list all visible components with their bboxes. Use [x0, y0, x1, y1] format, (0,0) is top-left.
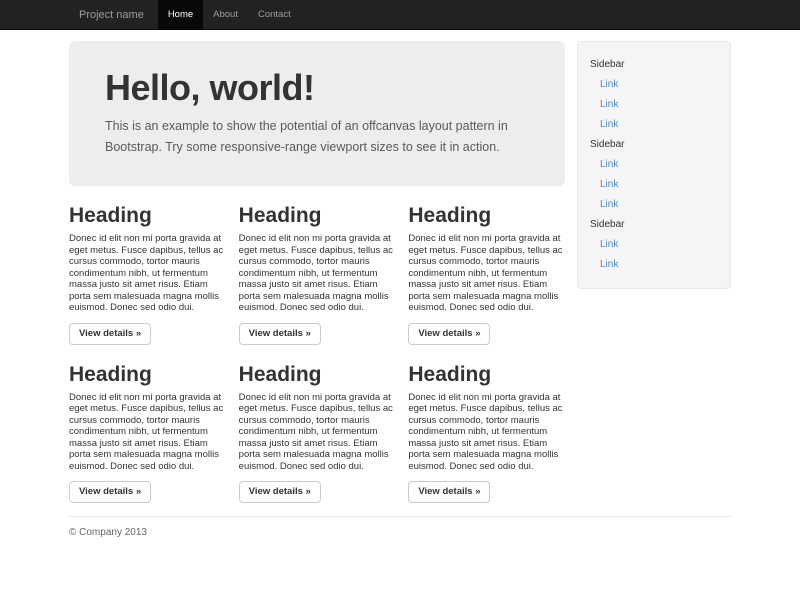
sidebar-group: SidebarLinkLinkLink: [590, 135, 718, 215]
card-body-text: Donec id elit non mi porta gravida at eg…: [408, 392, 565, 473]
card-heading: Heading: [69, 363, 226, 386]
sidebar-link[interactable]: Link: [590, 175, 718, 195]
nav-link-home[interactable]: Home: [158, 0, 203, 30]
sidebar-group: SidebarLinkLink: [590, 215, 718, 275]
sidebar-link[interactable]: Link: [590, 155, 718, 175]
view-details-button[interactable]: View details »: [239, 481, 321, 503]
card: Heading Donec id elit non mi porta gravid…: [408, 186, 565, 345]
jumbotron-title: Hello, world!: [105, 67, 545, 108]
cards-row-1: Heading Donec id elit non mi porta gravid…: [69, 186, 565, 345]
view-details-button[interactable]: View details »: [69, 481, 151, 503]
cards-row-2: Heading Donec id elit non mi porta gravid…: [69, 345, 565, 504]
navbar: Project name HomeAboutContact: [0, 0, 800, 30]
view-details-button[interactable]: View details »: [408, 481, 490, 503]
main-row: Hello, world! This is an example to show…: [69, 41, 731, 503]
card-heading: Heading: [239, 204, 396, 227]
card: Heading Donec id elit non mi porta gravid…: [69, 186, 226, 345]
card-body-text: Donec id elit non mi porta gravida at eg…: [239, 233, 396, 314]
view-details-button[interactable]: View details »: [408, 323, 490, 345]
navbar-inner: Project name HomeAboutContact: [69, 0, 731, 29]
view-details-button[interactable]: View details »: [239, 323, 321, 345]
card-body-text: Donec id elit non mi porta gravida at eg…: [239, 392, 396, 473]
nav-item-about: About: [203, 0, 248, 29]
view-details-button[interactable]: View details »: [69, 323, 151, 345]
card-heading: Heading: [408, 204, 565, 227]
page-container: Hello, world! This is an example to show…: [69, 41, 731, 538]
sidebar-group-title: Sidebar: [590, 215, 718, 235]
card: Heading Donec id elit non mi porta gravid…: [69, 345, 226, 504]
sidebar: SidebarLinkLinkLinkSidebarLinkLinkLinkSi…: [577, 41, 731, 289]
card: Heading Donec id elit non mi porta gravid…: [239, 186, 396, 345]
nav-link-contact[interactable]: Contact: [248, 0, 301, 30]
sidebar-group-title: Sidebar: [590, 135, 718, 155]
sidebar-link[interactable]: Link: [590, 95, 718, 115]
card-body-text: Donec id elit non mi porta gravida at eg…: [408, 233, 565, 314]
card-body-text: Donec id elit non mi porta gravida at eg…: [69, 233, 226, 314]
jumbotron: Hello, world! This is an example to show…: [69, 41, 565, 186]
sidebar-link[interactable]: Link: [590, 195, 718, 215]
sidebar-link[interactable]: Link: [590, 75, 718, 95]
sidebar-link[interactable]: Link: [590, 115, 718, 135]
sidebar-link[interactable]: Link: [590, 255, 718, 275]
card: Heading Donec id elit non mi porta gravid…: [408, 345, 565, 504]
nav-item-home: Home: [158, 0, 203, 29]
footer: © Company 2013: [69, 516, 731, 538]
sidebar-group-title: Sidebar: [590, 55, 718, 75]
sidebar-link[interactable]: Link: [590, 235, 718, 255]
navbar-brand[interactable]: Project name: [69, 0, 158, 29]
copyright-text: © Company 2013: [69, 527, 731, 538]
nav-link-about[interactable]: About: [203, 0, 248, 30]
main-content: Hello, world! This is an example to show…: [69, 41, 565, 503]
card-heading: Heading: [69, 204, 226, 227]
nav-item-contact: Contact: [248, 0, 301, 29]
card-heading: Heading: [408, 363, 565, 386]
card: Heading Donec id elit non mi porta gravid…: [239, 345, 396, 504]
jumbotron-description: This is an example to show the potential…: [105, 116, 545, 158]
card-body-text: Donec id elit non mi porta gravida at eg…: [69, 392, 226, 473]
navbar-menu: HomeAboutContact: [158, 0, 301, 29]
sidebar-group: SidebarLinkLinkLink: [590, 55, 718, 135]
card-heading: Heading: [239, 363, 396, 386]
